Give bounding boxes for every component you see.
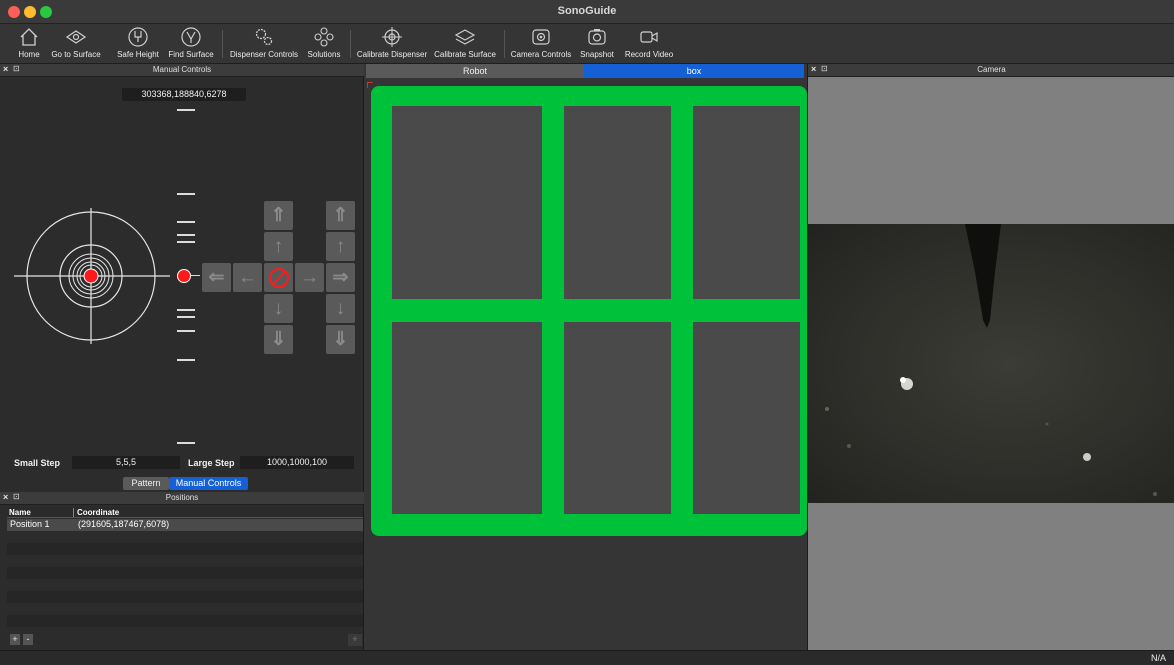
calibrate-surface-button[interactable]: Calibrate Surface xyxy=(434,24,496,64)
position-name: Position 1 xyxy=(10,519,50,529)
table-row-empty xyxy=(7,567,363,579)
move-y-large-down-button[interactable]: ⇓ xyxy=(264,325,293,354)
z-scale-tick xyxy=(177,359,195,361)
z-scale-tick xyxy=(177,193,195,195)
move-z-small-down-button[interactable]: ↓ xyxy=(326,294,355,323)
layers-icon xyxy=(454,29,476,45)
move-y-large-up-button[interactable]: ⇑ xyxy=(264,201,293,230)
toolbar-separator xyxy=(222,30,223,58)
column-divider xyxy=(73,508,74,517)
well-a3[interactable] xyxy=(693,106,800,299)
camera-feed xyxy=(807,224,1174,503)
tab-box[interactable]: box xyxy=(584,64,804,78)
table-row[interactable]: Position 1 (291605,187467,6078) xyxy=(7,519,363,531)
home-button[interactable]: Home xyxy=(14,24,44,64)
column-name[interactable]: Name xyxy=(9,508,31,517)
z-scale-tick xyxy=(177,234,195,236)
status-bar: N/A xyxy=(0,650,1174,665)
panel-title: Manual Controls xyxy=(152,65,212,74)
z-indicator-line xyxy=(191,275,200,276)
find-surface-button[interactable]: Find Surface xyxy=(168,24,214,64)
large-step-input[interactable]: 1000,1000,100 xyxy=(240,456,354,469)
add-position-button[interactable]: + xyxy=(10,634,20,645)
gears-icon xyxy=(255,28,273,46)
camera-image xyxy=(825,224,1157,496)
solutions-button[interactable]: Solutions xyxy=(304,24,344,64)
positions-header: × ⊡ Positions xyxy=(0,492,364,505)
z-scale-tick xyxy=(177,442,195,444)
small-step-input[interactable]: 5,5,5 xyxy=(72,456,180,469)
z-scale-tick xyxy=(177,109,195,111)
xy-target[interactable] xyxy=(14,208,170,344)
column-coordinate[interactable]: Coordinate xyxy=(77,508,119,517)
z-scale-tick xyxy=(177,241,195,243)
z-position-indicator xyxy=(177,269,191,283)
video-icon xyxy=(640,31,658,43)
small-step-label: Small Step xyxy=(14,458,61,468)
status-text: N/A xyxy=(1150,653,1166,663)
solutions-icon xyxy=(314,27,334,47)
camera-icon xyxy=(532,29,550,45)
record-video-button[interactable]: Record Video xyxy=(624,24,674,64)
z-scale-tick xyxy=(177,221,195,223)
move-x-large-left-button[interactable]: ⇐ xyxy=(202,263,231,292)
positions-panel: × ⊡ Positions Name Coordinate Position 1… xyxy=(0,492,364,650)
snapshot-icon xyxy=(588,29,606,45)
title-bar: SonoGuide xyxy=(0,0,1174,24)
move-z-large-up-button[interactable]: ⇑ xyxy=(326,201,355,230)
well-b2[interactable] xyxy=(564,322,671,514)
z-scale-tick xyxy=(177,330,195,332)
z-scale-tick xyxy=(177,309,195,311)
dispenser-controls-button[interactable]: Dispenser Controls xyxy=(230,24,298,64)
toolbar-separator xyxy=(350,30,351,58)
toolbar: Home Go to Surface Safe Height Find Surf… xyxy=(0,24,1174,64)
find-surface-icon xyxy=(181,27,201,47)
table-row-empty xyxy=(7,615,363,627)
tab-pattern[interactable]: Pattern xyxy=(123,477,169,490)
table-row-empty xyxy=(7,543,363,555)
snapshot-button[interactable]: Snapshot xyxy=(578,24,616,64)
large-step-label: Large Step xyxy=(188,458,235,468)
positions-table-header: Name Coordinate xyxy=(7,507,363,518)
z-scale-tick xyxy=(177,316,195,318)
stop-icon xyxy=(268,267,289,288)
calibrate-dispenser-button[interactable]: Calibrate Dispenser xyxy=(356,24,428,64)
tab-manual-controls[interactable]: Manual Controls xyxy=(169,477,248,490)
position-coordinate: (291605,187467,6078) xyxy=(78,519,170,529)
remove-position-button[interactable]: - xyxy=(23,634,33,645)
move-x-small-right-button[interactable]: → xyxy=(295,263,324,292)
crosshair-icon xyxy=(382,27,402,47)
move-z-small-up-button[interactable]: ↑ xyxy=(326,232,355,261)
manual-controls-header: × ⊡ Manual Controls xyxy=(0,64,364,77)
camera-controls-button[interactable]: Camera Controls xyxy=(510,24,572,64)
stop-button[interactable] xyxy=(264,263,293,292)
panel-title: Positions xyxy=(165,493,199,502)
go-to-surface-icon xyxy=(65,30,87,44)
well-b3[interactable] xyxy=(693,322,800,514)
move-x-small-left-button[interactable]: ← xyxy=(233,263,262,292)
origin-marker xyxy=(367,82,373,88)
plate-grid xyxy=(371,86,807,536)
safe-height-button[interactable]: Safe Height xyxy=(116,24,160,64)
go-to-surface-button[interactable]: Go to Surface xyxy=(50,24,102,64)
current-coordinate: 303368,188840,6278 xyxy=(122,88,246,101)
safe-height-icon xyxy=(128,27,148,47)
table-row-empty xyxy=(7,591,363,603)
move-z-large-down-button[interactable]: ⇓ xyxy=(326,325,355,354)
well-a1[interactable] xyxy=(392,106,542,299)
camera-header: × ⊡ Camera xyxy=(808,64,1174,77)
well-b1[interactable] xyxy=(392,322,542,514)
well-a2[interactable] xyxy=(564,106,671,299)
resize-grip-icon: + xyxy=(348,634,362,646)
move-y-small-up-button[interactable]: ↑ xyxy=(264,232,293,261)
tab-robot[interactable]: Robot xyxy=(366,64,584,78)
window-title: SonoGuide xyxy=(557,5,617,17)
toolbar-separator xyxy=(504,30,505,58)
panel-title: Camera xyxy=(977,65,1006,74)
move-y-small-down-button[interactable]: ↓ xyxy=(264,294,293,323)
move-x-large-right-button[interactable]: ⇒ xyxy=(326,263,355,292)
home-icon xyxy=(20,28,38,46)
